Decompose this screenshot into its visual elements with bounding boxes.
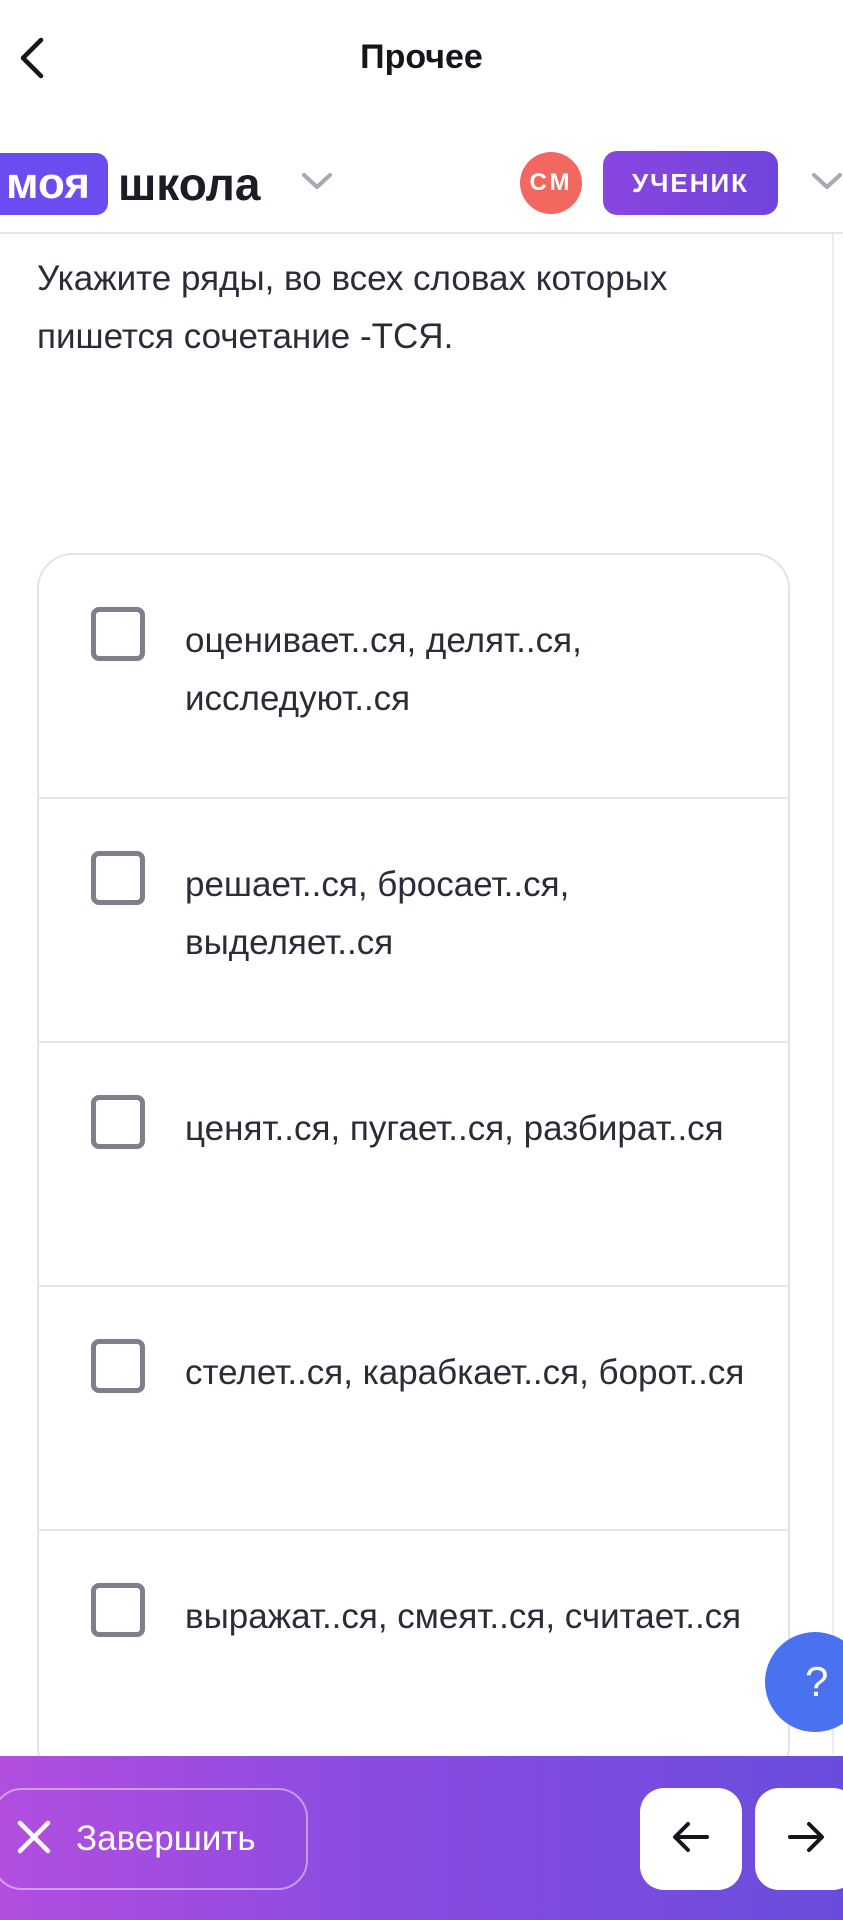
option-label: оценивает..ся, делят..ся, исследуют..ся [185,621,582,718]
bottom-action-bar: Завершить [0,1756,843,1920]
role-badge[interactable]: УЧЕНИК [603,151,778,215]
finish-label: Завершить [76,1819,256,1858]
answer-option[interactable]: ценят..ся, пугает..ся, разбират..ся [39,1043,788,1287]
top-navbar: Прочее [0,0,843,120]
page-title: Прочее [360,38,483,76]
option-checkbox[interactable] [91,1583,145,1637]
help-label: ? [805,1658,829,1705]
finish-button[interactable]: Завершить [0,1788,308,1890]
scrollbar-track[interactable] [832,234,834,1754]
answer-option[interactable]: стелет..ся, карабкает..ся, борот..ся [39,1287,788,1531]
arrow-left-icon [671,1820,711,1859]
answer-option[interactable]: решает..ся, бросает..ся, выделяет..ся [39,799,788,1043]
brand-row: моя школа СМ УЧЕНИК [0,130,843,234]
answer-option[interactable]: оценивает..ся, делят..ся, исследуют..ся [39,555,788,799]
avatar[interactable]: СМ [520,152,582,214]
chevron-down-icon[interactable] [300,170,334,197]
option-checkbox[interactable] [91,607,145,661]
question-text: Укажите ряды, во всех словах которых пиш… [37,259,668,356]
page: Прочее моя школа СМ УЧЕНИК Укажите ряды,… [0,0,843,1920]
brand-logo[interactable]: моя школа [0,152,260,216]
brand-logo-part2: школа [117,158,261,210]
chevron-down-icon[interactable] [810,170,843,197]
option-checkbox[interactable] [91,1095,145,1149]
previous-button[interactable] [640,1788,742,1890]
option-label: стелет..ся, карабкает..ся, борот..ся [185,1353,745,1392]
answer-options: оценивает..ся, делят..ся, исследуют..ся … [37,553,790,1783]
next-button[interactable] [755,1788,843,1890]
option-label: ценят..ся, пугает..ся, разбират..ся [185,1109,724,1148]
option-checkbox[interactable] [91,851,145,905]
option-label: решает..ся, бросает..ся, выделяет..ся [185,865,570,962]
option-label: выражат..ся, смеят..ся, считает..ся [185,1597,742,1636]
option-checkbox[interactable] [91,1339,145,1393]
close-icon [14,1817,54,1862]
brand-logo-part1: моя [0,153,108,215]
answer-option[interactable]: выражат..ся, смеят..ся, считает..ся [39,1531,788,1775]
arrow-right-icon [786,1820,826,1859]
